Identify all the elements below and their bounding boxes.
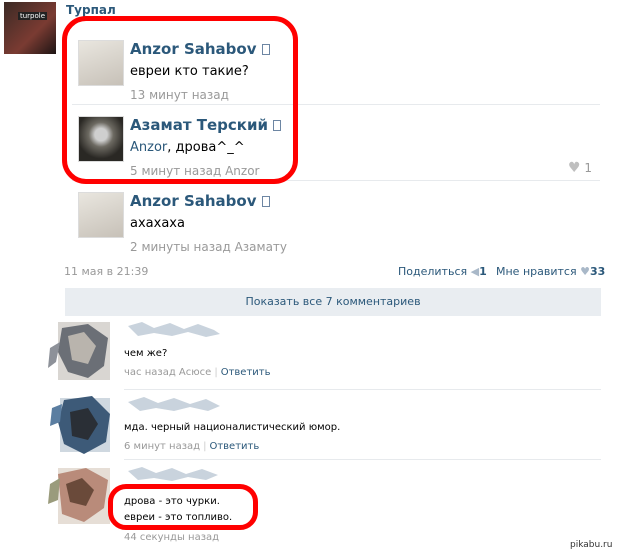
comment-meta: час назад Асюсе | Ответить	[124, 367, 271, 378]
poster-avatar[interactable]: turpole	[4, 2, 56, 54]
reply-button[interactable]: Ответить	[209, 441, 259, 452]
heart-icon: ♥	[580, 265, 590, 278]
reply-item: Anzor Sahabov ахахаха 2 минуты назад Аза…	[72, 192, 600, 254]
blurred-avatar	[48, 322, 110, 380]
comment-text: чем же?	[124, 348, 168, 359]
comment-item: мда. черный националистический юмор. 6 м…	[48, 392, 608, 458]
highlight-outline	[62, 16, 298, 184]
reply-button[interactable]: Ответить	[221, 367, 271, 378]
avatar[interactable]	[78, 192, 124, 238]
divider	[124, 459, 601, 460]
watermark: pikabu.ru	[570, 540, 613, 550]
share-button[interactable]: Поделиться ◀1	[398, 265, 487, 278]
heart-icon: ♥	[567, 160, 581, 176]
comment-text: мда. черный националистический юмор.	[124, 422, 341, 433]
blurred-name	[128, 467, 218, 481]
highlight-outline	[108, 484, 258, 530]
blurred-avatar	[48, 468, 110, 524]
comment-time[interactable]: 44 секунды назад	[124, 532, 219, 543]
blurred-avatar	[50, 396, 110, 454]
avatar-badge: turpole	[18, 12, 48, 20]
reply-meta[interactable]: 2 минуты назад Азамату	[130, 240, 287, 254]
show-all-comments-button[interactable]: Показать все 7 комментариев	[65, 288, 601, 316]
separator: |	[203, 441, 207, 452]
comment-meta: 6 минут назад | Ответить	[124, 441, 259, 452]
blurred-name	[128, 322, 220, 337]
like-post-button[interactable]: Мне нравится ♥33	[496, 265, 605, 278]
divider	[124, 389, 601, 390]
comment-time[interactable]: час назад Асюсе	[124, 367, 211, 378]
comment-time[interactable]: 6 минут назад	[124, 441, 200, 452]
poster-name[interactable]: Турпал	[66, 3, 116, 17]
reply-author[interactable]: Anzor Sahabov	[130, 192, 270, 210]
megaphone-icon: ◀	[470, 265, 480, 278]
blurred-name	[128, 397, 220, 411]
mobile-icon	[261, 196, 270, 207]
post-date[interactable]: 11 мая в 21:39	[64, 265, 148, 278]
like-button[interactable]: ♥ 1	[568, 160, 592, 176]
comment-item: чем же? час назад Асюсе | Ответить	[48, 318, 608, 388]
reply-text: ахахаха	[130, 216, 185, 231]
separator: |	[214, 367, 218, 378]
